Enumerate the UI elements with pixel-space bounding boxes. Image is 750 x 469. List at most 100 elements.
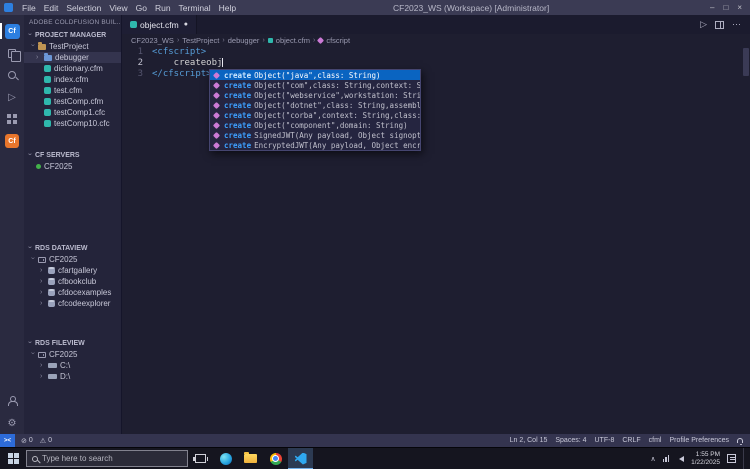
suggest-item-1[interactable]: create Object("com",class: String,context… [210,80,420,90]
breadcrumb-folder[interactable]: debugger [228,36,260,45]
menu-selection[interactable]: Selection [62,3,105,13]
show-desktop-button[interactable] [743,448,747,469]
menu-file[interactable]: File [18,3,40,13]
suggest-item-5[interactable]: create Object("component",domain: String) [210,120,420,130]
tree-item-debugger[interactable]: › debugger [24,52,121,63]
suggest-match: create [224,90,252,100]
tree-item-test[interactable]: test.cfm [24,85,121,96]
volume-icon[interactable] [676,455,685,462]
taskbar-search[interactable] [26,450,188,467]
cf-orange-glyph: Cf [5,134,19,148]
breadcrumb-project[interactable]: TestProject [182,36,219,45]
notifications-bell-icon[interactable] [737,438,743,445]
suggest-item-3[interactable]: create Object("dotnet",class: String,asse… [210,100,420,110]
run-icon[interactable]: ▷ [700,19,707,30]
menu-terminal[interactable]: Terminal [175,3,215,13]
remote-indicator[interactable]: >< [0,434,16,447]
profile-preferences[interactable]: Profile Preferences [669,437,729,444]
tray-chevron-up-icon[interactable]: ∧ [650,455,655,463]
tree-item-label: CF2025 [49,255,78,264]
cursor-position[interactable]: Ln 2, Col 15 [510,437,548,444]
encoding[interactable]: UTF-8 [595,437,615,444]
section-cf-servers[interactable]: › CF SERVERS [24,149,121,161]
section-project-manager[interactable]: › PROJECT MANAGER [24,29,121,41]
more-actions-icon[interactable]: ⋯ [732,19,741,30]
extensions-icon[interactable] [3,110,21,128]
suggest-item-2[interactable]: create Object("webservice",workstation: S… [210,90,420,100]
windows-taskbar: ∧ 1:55 PM 1/22/2025 [0,447,750,469]
taskbar-app-file-explorer[interactable] [238,448,263,469]
settings-gear-icon[interactable]: ⚙ [3,414,21,432]
editor-scrollbar[interactable] [742,47,750,434]
magnifier-icon [8,71,16,79]
line-number: 1 [137,47,143,57]
section-rds-dataview[interactable]: › RDS DATAVIEW [24,242,121,254]
menu-help[interactable]: Help [215,3,240,13]
taskbar-app-edge[interactable] [213,448,238,469]
code-area[interactable]: 1 <cfscript> 2 createobj 3 </cfscript> c… [122,47,750,434]
language-mode[interactable]: cfml [649,437,662,444]
cf-server-panel-icon[interactable]: Cf [3,132,21,150]
network-icon[interactable] [662,455,670,462]
tree-item-testcomp[interactable]: testComp.cfm [24,96,121,107]
start-button[interactable] [0,448,26,469]
drive-icon [48,374,57,379]
menu-view[interactable]: View [105,3,131,13]
search-icon[interactable] [3,66,21,84]
breadcrumb-workspace[interactable]: CF2023_WS [131,36,174,45]
method-icon [212,101,221,109]
taskbar-search-input[interactable] [42,454,182,463]
errors-indicator[interactable]: ⊘ 0 [21,437,33,445]
breadcrumb-separator-icon: › [176,37,180,44]
account-icon[interactable] [3,392,21,410]
db-item-cfdocexamples[interactable]: › cfdocexamples [24,287,121,298]
warnings-indicator[interactable]: ⚠ 0 [40,437,52,445]
eol-sequence[interactable]: CRLF [622,437,640,444]
taskbar-clock[interactable]: 1:55 PM 1/22/2025 [691,451,720,467]
minimize-button[interactable]: – [710,3,714,12]
split-editor-icon[interactable] [715,20,724,29]
method-icon [212,91,221,99]
task-view-button[interactable] [188,448,213,469]
section-label: CF SERVERS [35,151,80,159]
method-icon [212,121,221,129]
drive-item-d[interactable]: › D:\ [24,371,121,382]
dataview-root-cf2025[interactable]: › CF2025 [24,254,121,265]
taskbar-app-chrome[interactable] [263,448,288,469]
db-item-cfcodeexplorer[interactable]: › cfcodeexplorer [24,298,121,309]
project-folder-icon [38,42,46,50]
breadcrumb: CF2023_WS › TestProject › debugger › obj… [122,34,750,47]
tree-item-testcomp10[interactable]: testComp10.cfc [24,118,121,129]
db-item-cfbookclub[interactable]: › cfbookclub [24,276,121,287]
indentation[interactable]: Spaces: 4 [555,437,586,444]
tab-object-cfm[interactable]: object.cfm ● [122,15,197,34]
close-button[interactable]: × [737,3,742,12]
action-center-icon[interactable] [727,454,736,463]
menu-edit[interactable]: Edit [40,3,63,13]
coldfusion-builder-icon[interactable]: Cf [0,22,21,40]
breadcrumb-symbol[interactable]: cfscript [326,36,350,45]
db-item-cfartgallery[interactable]: › cfartgallery [24,265,121,276]
modified-dot-icon[interactable]: ● [184,21,188,28]
tree-item-dictionary[interactable]: dictionary.cfm [24,63,121,74]
section-rds-fileview[interactable]: › RDS FILEVIEW [24,337,121,349]
tree-item-index[interactable]: index.cfm [24,74,121,85]
database-icon [48,289,55,296]
breadcrumb-file[interactable]: object.cfm [276,36,310,45]
drive-item-c[interactable]: › C:\ [24,360,121,371]
suggest-item-0[interactable]: create Object("java",class: String) [210,70,420,80]
tree-item-testcomp1[interactable]: testComp1.cfc [24,107,121,118]
suggest-item-4[interactable]: create Object("corba",context: String,cla… [210,110,420,120]
tree-item-testproject[interactable]: › TestProject [24,41,121,52]
scrollbar-thumb[interactable] [743,48,749,76]
suggest-item-6[interactable]: create SignedJWT(Any payload, Object sign… [210,130,420,140]
maximize-button[interactable]: □ [723,3,728,12]
suggest-item-7[interactable]: create EncryptedJWT(Any payload, Object e… [210,140,420,150]
explorer-icon[interactable] [3,44,21,62]
fileview-root-cf2025[interactable]: › CF2025 [24,349,121,360]
debug-icon[interactable]: ▷ [3,88,21,106]
taskbar-app-vscode[interactable] [288,447,313,469]
menu-go[interactable]: Go [132,3,151,13]
menu-run[interactable]: Run [151,3,175,13]
server-item-cf2025[interactable]: CF2025 [24,161,121,172]
